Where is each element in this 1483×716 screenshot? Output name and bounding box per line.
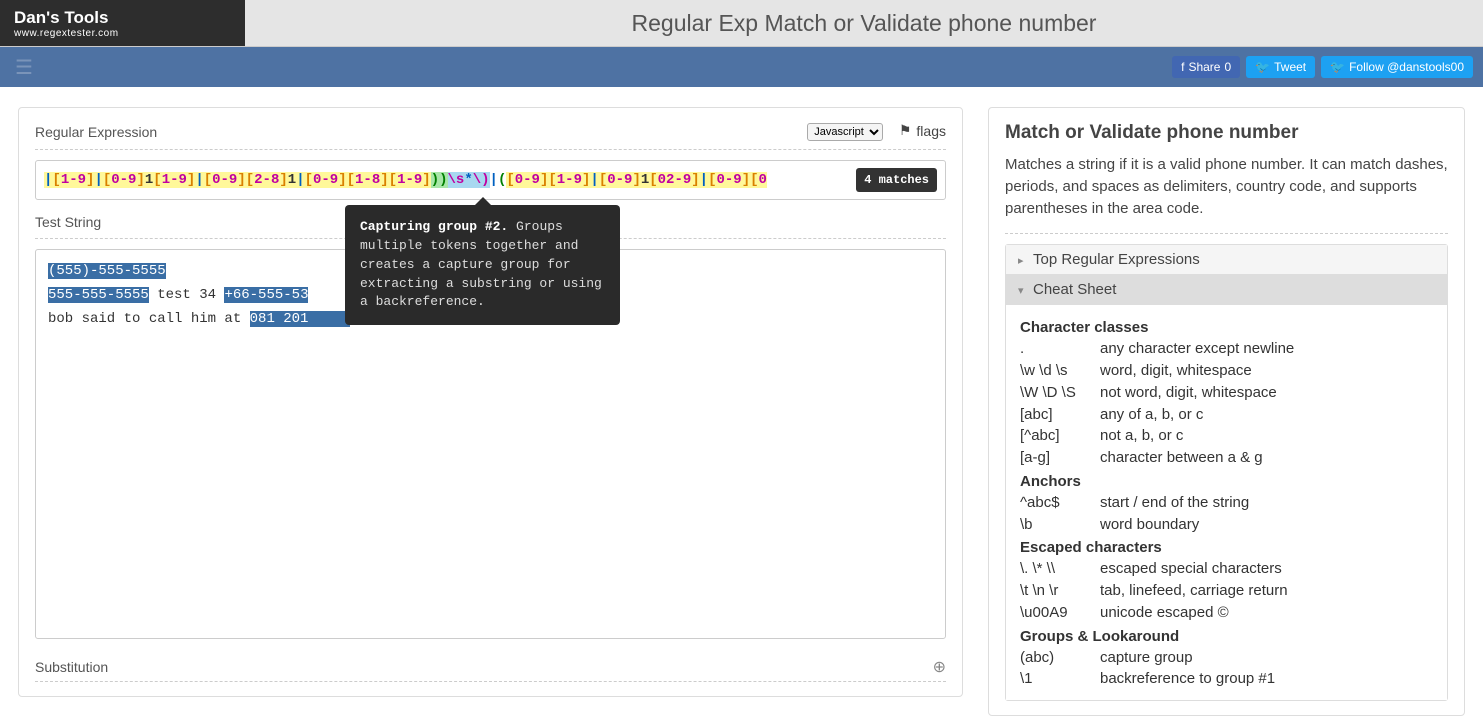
nav-bar: ☰ f Share 0 🐦 Tweet 🐦 Follow @danstools0… — [0, 47, 1483, 87]
flavor-select[interactable]: Javascript — [807, 123, 883, 141]
right-column: Match or Validate phone number Matches a… — [988, 107, 1465, 716]
expand-substitution-icon[interactable]: ⊕ — [933, 657, 946, 677]
regex-label: Regular Expression — [35, 124, 157, 140]
cheat-section-heading: Groups & Lookaround — [1020, 628, 1433, 645]
cheat-row: [abc]any of a, b, or c — [1020, 404, 1433, 426]
facebook-share-button[interactable]: f Share 0 — [1172, 56, 1240, 78]
caret-down-icon: ▾ — [1018, 284, 1028, 297]
regex-content: |[1-9]|[0-9]1[1-9]|[0-9][2-8]1|[0-9][1-8… — [44, 172, 850, 188]
accordion: ▸ Top Regular Expressions ▾ Cheat Sheet Ch… — [1005, 244, 1448, 701]
cheat-row: \w \d \sword, digit, whitespace — [1020, 360, 1433, 382]
brand-subtitle: www.regextester.com — [14, 28, 231, 39]
cheat-row: [^abc]not a, b, or c — [1020, 425, 1433, 447]
regex-input[interactable]: |[1-9]|[0-9]1[1-9]|[0-9][2-8]1|[0-9][1-8… — [35, 160, 946, 200]
flags-text: flags — [916, 123, 946, 139]
match-count-badge: 4 matches — [856, 168, 937, 192]
flags-button[interactable]: ⚑flags — [899, 122, 946, 139]
cheat-row: ^abc$start / end of the string — [1020, 492, 1433, 514]
info-description: Matches a string if it is a valid phone … — [1005, 154, 1448, 219]
top-header: Dan's Tools www.regextester.com Regular … — [0, 0, 1483, 47]
info-title: Match or Validate phone number — [1005, 122, 1448, 144]
page-title: Regular Exp Match or Validate phone numb… — [245, 0, 1483, 46]
regex-panel: Regular Expression Javascript ⚑flags |[1… — [18, 107, 963, 697]
accordion-top-expressions[interactable]: ▸ Top Regular Expressions — [1006, 245, 1447, 275]
fb-count: 0 — [1224, 60, 1231, 74]
cheat-row: \u00A9unicode escaped © — [1020, 602, 1433, 624]
separator — [35, 149, 946, 150]
cheat-section-heading: Escaped characters — [1020, 539, 1433, 556]
cheat-row: [a-g]character between a & g — [1020, 447, 1433, 469]
social-buttons: f Share 0 🐦 Tweet 🐦 Follow @danstools00 — [1172, 56, 1473, 78]
flag-icon: ⚑ — [899, 122, 912, 139]
separator — [35, 681, 946, 682]
brand-title: Dan's Tools — [14, 8, 231, 28]
main-content: Regular Expression Javascript ⚑flags |[1… — [0, 87, 1483, 716]
cheat-row: \t \n \rtab, linefeed, carriage return — [1020, 580, 1433, 602]
acc-cheat-label: Cheat Sheet — [1033, 281, 1116, 298]
menu-icon[interactable]: ☰ — [10, 55, 38, 80]
cheat-row: (abc)capture group — [1020, 647, 1433, 669]
cheat-section-heading: Anchors — [1020, 473, 1433, 490]
cheat-row: \W \D \Snot word, digit, whitespace — [1020, 382, 1433, 404]
brand-box[interactable]: Dan's Tools www.regextester.com — [0, 0, 245, 46]
cheat-section-heading: Character classes — [1020, 319, 1433, 336]
cheat-sheet-body: Character classes .any character except n… — [1006, 305, 1447, 700]
info-panel: Match or Validate phone number Matches a… — [988, 107, 1465, 716]
cheat-row: \. \* \\escaped special characters — [1020, 558, 1433, 580]
caret-right-icon: ▸ — [1018, 254, 1028, 267]
regex-tooltip: Capturing group #2. Groups multiple toke… — [345, 205, 620, 325]
facebook-icon: f — [1181, 60, 1184, 74]
substitution-label: Substitution — [35, 659, 108, 675]
cheat-row: .any character except newline — [1020, 338, 1433, 360]
regex-header: Regular Expression Javascript ⚑flags — [35, 122, 946, 145]
twitter-tweet-button[interactable]: 🐦 Tweet — [1246, 56, 1315, 78]
fb-label: Share — [1188, 60, 1220, 74]
substitution-header: Substitution ⊕ — [35, 651, 946, 677]
tooltip-title: Capturing group #2. — [360, 219, 508, 234]
cheat-row: \bword boundary — [1020, 514, 1433, 536]
separator — [1005, 233, 1448, 234]
test-label: Test String — [35, 214, 101, 230]
twitter-follow-button[interactable]: 🐦 Follow @danstools00 — [1321, 56, 1473, 78]
follow-label: Follow @danstools00 — [1349, 60, 1464, 74]
tweet-label: Tweet — [1274, 60, 1306, 74]
regex-controls: Javascript ⚑flags — [807, 122, 946, 141]
twitter-icon: 🐦 — [1330, 60, 1345, 74]
accordion-cheat-sheet[interactable]: ▾ Cheat Sheet — [1006, 275, 1447, 305]
twitter-icon: 🐦 — [1255, 60, 1270, 74]
acc-top-label: Top Regular Expressions — [1033, 251, 1200, 268]
